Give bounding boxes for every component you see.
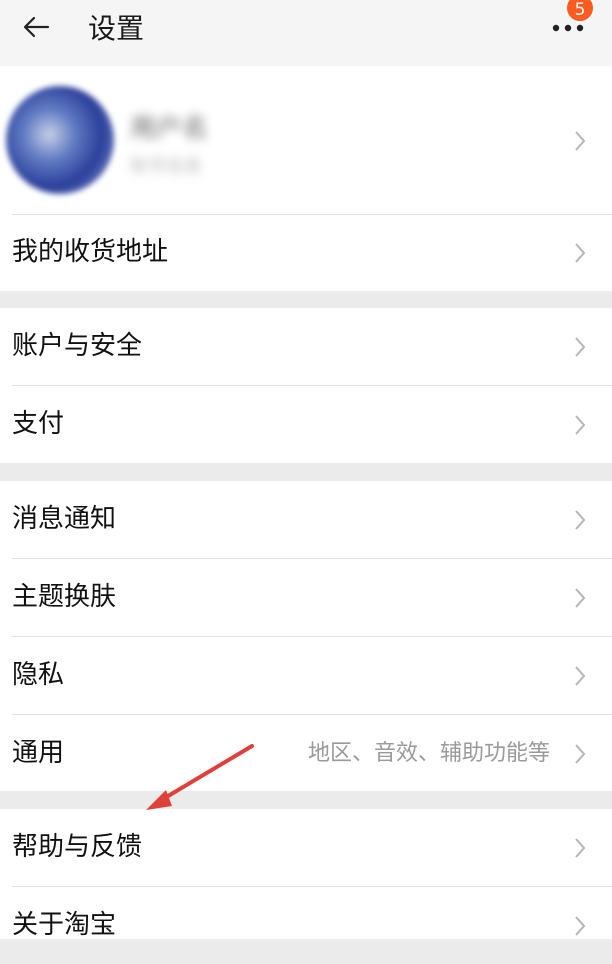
chevron-right-icon — [575, 337, 586, 357]
chevron-right-icon — [575, 243, 586, 263]
menu-item-help-feedback[interactable]: 帮助与反馈 — [0, 809, 612, 886]
menu-item-about[interactable]: 关于淘宝 — [0, 887, 612, 964]
menu-item-notifications[interactable]: 消息通知 — [0, 481, 612, 558]
back-button[interactable] — [18, 10, 62, 50]
menu-item-label: 关于淘宝 — [12, 910, 117, 940]
chevron-right-icon — [575, 916, 586, 936]
back-arrow-icon — [23, 16, 50, 38]
menu-item-address[interactable]: 我的收货地址 — [0, 214, 612, 291]
chevron-right-icon — [575, 131, 586, 151]
menu-item-subtitle: 地区、音效、辅助功能等 — [307, 741, 550, 766]
menu-item-payment[interactable]: 支付 — [0, 386, 612, 463]
profile-subtitle: 账号信息 — [130, 156, 202, 177]
menu-item-general[interactable]: 通用 地区、音效、辅助功能等 — [0, 715, 612, 792]
menu-item-label: 我的收货地址 — [12, 237, 169, 267]
menu-item-label: 消息通知 — [12, 504, 117, 534]
profile-name: 用户名 — [130, 114, 209, 144]
chevron-right-icon — [575, 510, 586, 530]
menu-item-label: 帮助与反馈 — [12, 832, 143, 862]
preferences-card: 消息通知 主题换肤 隐私 通用 地区、音效、辅助功能等 — [0, 481, 612, 791]
support-card: 帮助与反馈 关于淘宝 — [0, 809, 612, 940]
chevron-right-icon — [575, 415, 586, 435]
header-bar: 设置 5 — [0, 0, 612, 66]
menu-item-privacy[interactable]: 隐私 — [0, 637, 612, 714]
account-card: 账户与安全 支付 — [0, 308, 612, 463]
chevron-right-icon — [575, 588, 586, 608]
menu-item-label: 账户与安全 — [12, 331, 143, 361]
page-title: 设置 — [88, 12, 145, 45]
chevron-right-icon — [575, 838, 586, 858]
avatar — [6, 86, 114, 194]
menu-item-label: 支付 — [12, 409, 65, 439]
chevron-right-icon — [575, 744, 586, 764]
menu-item-label: 主题换肤 — [12, 582, 117, 612]
menu-item-account-security[interactable]: 账户与安全 — [0, 308, 612, 385]
menu-item-theme[interactable]: 主题换肤 — [0, 559, 612, 636]
menu-item-label: 通用 — [12, 738, 65, 768]
menu-item-label: 隐私 — [12, 660, 65, 690]
chevron-right-icon — [575, 666, 586, 686]
